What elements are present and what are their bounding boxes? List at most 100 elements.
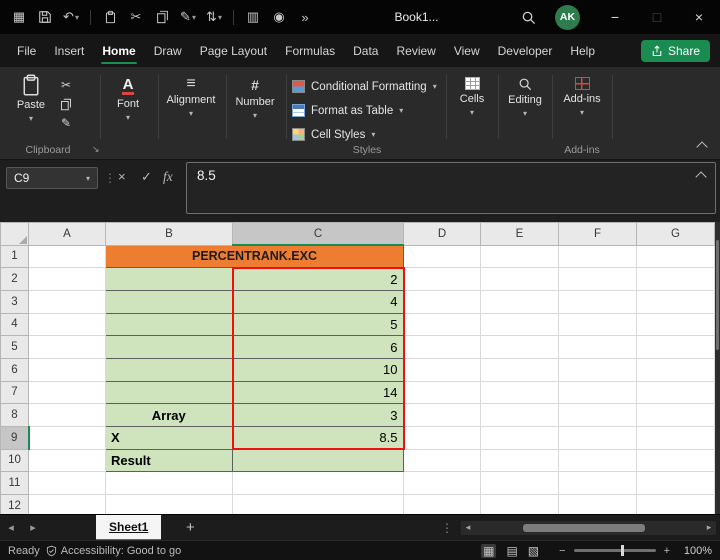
tab-view[interactable]: View	[445, 34, 489, 67]
format-painter-icon[interactable]: ✎ ▾	[177, 5, 199, 29]
tab-home[interactable]: Home	[93, 34, 144, 67]
cell-E9[interactable]	[480, 425, 559, 450]
cell-E2[interactable]	[480, 267, 559, 291]
column-header-E[interactable]: E	[480, 222, 559, 246]
cell-B9-x-label[interactable]: X	[105, 425, 233, 450]
cell-B12[interactable]	[105, 493, 233, 514]
formula-input[interactable]: 8.5	[186, 162, 716, 214]
undo-button[interactable]: ↶ ▾	[60, 5, 82, 29]
cell-D8[interactable]	[403, 403, 481, 427]
cell-G3[interactable]	[636, 289, 715, 314]
font-group-button[interactable]: A Font ▾	[102, 77, 154, 122]
vertical-scrollbar-thumb[interactable]	[716, 240, 719, 350]
scroll-left-icon[interactable]: ◂	[461, 522, 475, 533]
copy-button[interactable]	[60, 97, 72, 111]
cell-E8[interactable]	[480, 403, 559, 427]
cell-D4[interactable]	[403, 312, 481, 337]
paste-button[interactable]: Paste ▾	[8, 74, 54, 123]
cell-C5[interactable]: 6	[231, 335, 405, 359]
cell-E12[interactable]	[480, 493, 559, 514]
tab-file[interactable]: File	[8, 34, 45, 67]
cell-B3[interactable]	[105, 289, 233, 314]
tab-insert[interactable]: Insert	[45, 34, 93, 67]
cell-A8[interactable]	[28, 403, 106, 427]
close-button[interactable]: ×	[678, 0, 720, 34]
cell-A12[interactable]	[28, 493, 106, 514]
zoom-out-icon[interactable]: −	[559, 545, 565, 557]
insert-function-icon[interactable]: fx	[163, 169, 173, 185]
row-header-4[interactable]: 4	[0, 312, 29, 337]
tab-draw[interactable]: Draw	[145, 34, 191, 67]
cell-F3[interactable]	[558, 289, 637, 314]
name-box[interactable]: C9 ▾	[6, 167, 98, 189]
maximize-button[interactable]: □	[636, 0, 678, 34]
name-box-resize-handle[interactable]: ⋮	[104, 171, 116, 185]
paste-icon[interactable]	[99, 5, 121, 29]
save-icon[interactable]	[34, 5, 56, 29]
cell-F12[interactable]	[558, 493, 637, 514]
cell-E4[interactable]	[480, 312, 559, 337]
cell-A1[interactable]	[28, 244, 106, 269]
zoom-slider-thumb[interactable]	[621, 545, 625, 556]
column-header-D[interactable]: D	[403, 222, 481, 246]
cell-E3[interactable]	[480, 289, 559, 314]
accessibility-status[interactable]: Accessibility: Good to go	[46, 545, 181, 557]
cell-G11[interactable]	[636, 471, 715, 495]
scrollbar-resize-handle[interactable]: ⋮	[433, 521, 461, 535]
add-sheet-button[interactable]: +	[175, 519, 205, 536]
row-header-10[interactable]: 10	[0, 448, 29, 473]
search-icon[interactable]	[517, 5, 539, 29]
cell-C2[interactable]: 2	[231, 266, 405, 291]
conditional-formatting-button[interactable]: Conditional Formatting ▾	[292, 76, 437, 97]
cell-D7[interactable]	[403, 380, 481, 405]
page-layout-view-icon[interactable]: ▤	[506, 544, 517, 558]
cell-B7[interactable]	[105, 380, 233, 405]
tab-data[interactable]: Data	[344, 34, 387, 67]
editing-group-button[interactable]: Editing ▾	[501, 77, 549, 118]
minimize-button[interactable]: −	[594, 0, 636, 34]
cell-G8[interactable]	[636, 403, 715, 427]
tab-page-layout[interactable]: Page Layout	[191, 34, 276, 67]
zoom-in-icon[interactable]: +	[664, 545, 670, 557]
cell-C4[interactable]: 5	[231, 312, 405, 337]
clipboard-dialog-launcher-icon[interactable]: ↘	[92, 144, 100, 155]
cell-B2[interactable]	[105, 267, 233, 291]
cell-E1[interactable]	[480, 244, 559, 269]
row-header-3[interactable]: 3	[0, 289, 29, 314]
cell-G7[interactable]	[636, 380, 715, 405]
cell-D3[interactable]	[403, 289, 481, 314]
cell-G9[interactable]	[636, 425, 715, 450]
column-header-F[interactable]: F	[558, 222, 637, 246]
column-header-G[interactable]: G	[636, 222, 715, 246]
row-header-11[interactable]: 11	[0, 471, 29, 495]
cell-B5[interactable]	[105, 335, 233, 359]
column-header-C[interactable]: C	[232, 222, 404, 247]
page-break-view-icon[interactable]: ▧	[528, 544, 539, 558]
toolbar-overflow-icon[interactable]: »	[294, 5, 316, 29]
format-as-table-button[interactable]: Format as Table ▾	[292, 100, 437, 121]
alignment-group-button[interactable]: ≡ Alignment ▾	[160, 76, 222, 119]
cell-C10[interactable]	[232, 448, 404, 473]
cell-C3[interactable]: 4	[231, 289, 405, 314]
enter-icon[interactable]: ✓	[141, 169, 152, 185]
cell-F1[interactable]	[558, 244, 637, 269]
tab-help[interactable]: Help	[561, 34, 604, 67]
row-header-1[interactable]: 1	[0, 244, 29, 269]
format-painter-button[interactable]: ✎	[61, 116, 71, 130]
collapse-formula-bar-icon[interactable]	[695, 171, 707, 183]
cell-A3[interactable]	[28, 289, 106, 314]
cell-C9-active[interactable]: 8.5	[231, 425, 405, 451]
table-icon[interactable]: ▥	[242, 5, 264, 29]
cell-A9[interactable]	[28, 425, 106, 450]
cell-G1[interactable]	[636, 244, 715, 269]
cut-button[interactable]: ✂	[61, 78, 71, 92]
cell-D9[interactable]	[403, 425, 481, 450]
addins-group-button[interactable]: Add-ins ▾	[556, 77, 608, 117]
horizontal-scrollbar-thumb[interactable]	[523, 523, 645, 532]
row-header-5[interactable]: 5	[0, 335, 29, 359]
cell-A5[interactable]	[28, 335, 106, 359]
account-avatar[interactable]: AK	[555, 4, 580, 30]
cell-D6[interactable]	[403, 357, 481, 382]
cell-E11[interactable]	[480, 471, 559, 495]
cell-G12[interactable]	[636, 493, 715, 514]
